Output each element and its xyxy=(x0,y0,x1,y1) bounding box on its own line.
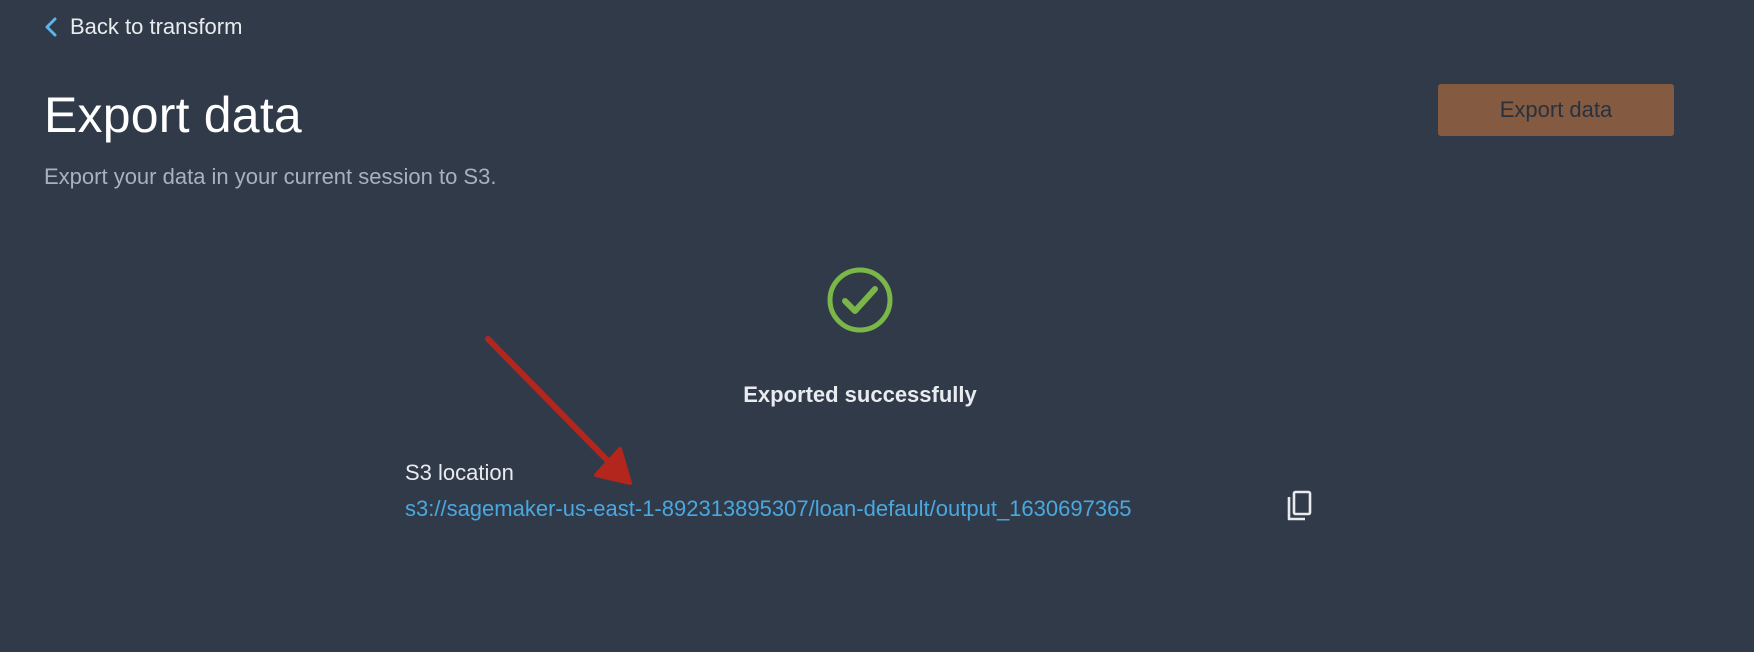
page-subtitle: Export your data in your current session… xyxy=(44,164,497,189)
page-title: Export data xyxy=(44,87,302,143)
s3-location-label: S3 location xyxy=(405,460,514,485)
export-data-button[interactable]: Export data xyxy=(1438,84,1674,136)
back-link-label: Back to transform xyxy=(70,14,243,39)
back-to-transform-link[interactable]: Back to transform xyxy=(44,14,242,40)
check-circle-icon xyxy=(827,267,893,333)
chevron-left-icon xyxy=(45,17,57,37)
s3-location-link[interactable]: s3://sagemaker-us-east-1-892313895307/lo… xyxy=(405,496,1132,522)
export-status-text: Exported successfully xyxy=(743,382,977,407)
copy-icon[interactable] xyxy=(1284,490,1314,524)
